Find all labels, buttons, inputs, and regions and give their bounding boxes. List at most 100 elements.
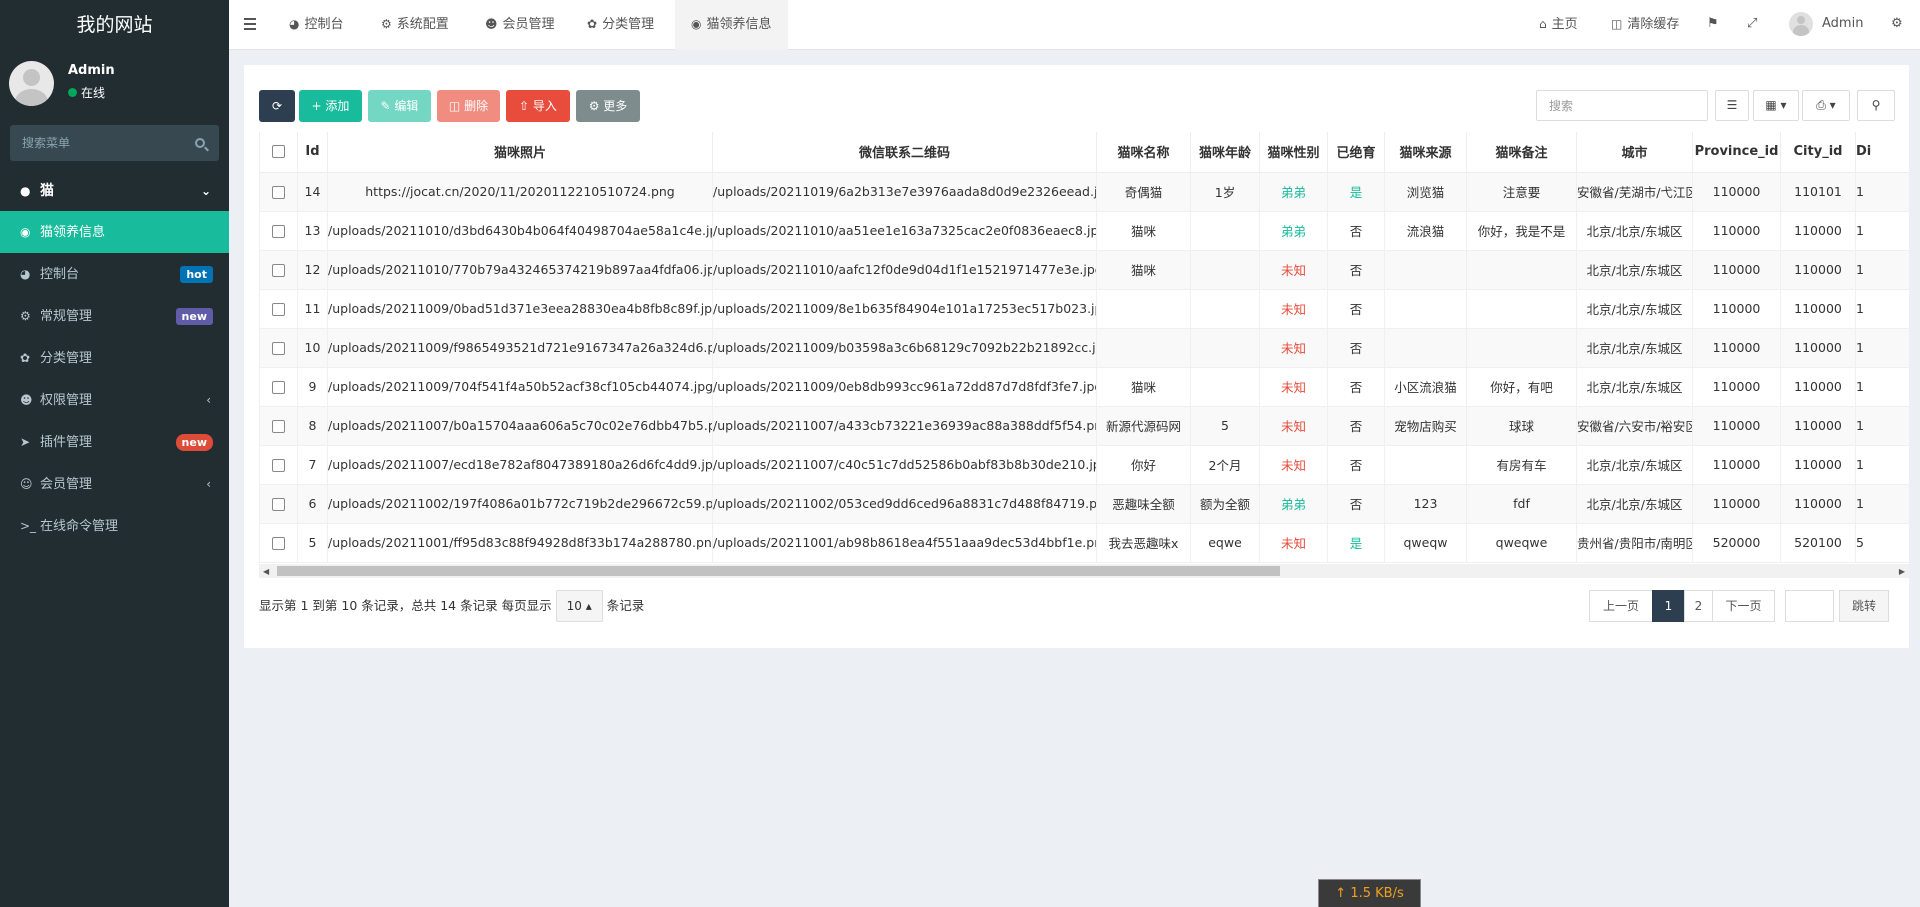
- table-row[interactable]: 9/uploads/20211009/704f541f4a50b52acf38c…: [259, 366, 1909, 407]
- col-header-city-id[interactable]: City_id: [1780, 132, 1856, 173]
- tab-dashboard[interactable]: ◕ 控制台: [289, 0, 344, 50]
- row-checkbox[interactable]: [272, 537, 285, 550]
- col-header-city[interactable]: 城市: [1576, 132, 1693, 173]
- row-checkbox[interactable]: [272, 303, 285, 316]
- table-row[interactable]: 12/uploads/20211010/770b79a432465374219b…: [259, 249, 1909, 290]
- col-header-id[interactable]: Id: [297, 132, 328, 173]
- table-search-input[interactable]: [1537, 91, 1707, 120]
- table-row[interactable]: 7/uploads/20211007/ecd18e782af8047389180…: [259, 444, 1909, 485]
- sidebar-item-dashboard[interactable]: ◕ 控制台 hot: [0, 253, 229, 295]
- table-cell: 否: [1327, 366, 1385, 407]
- home-link[interactable]: ⌂ 主页: [1539, 0, 1578, 50]
- table-cell: 110000: [1780, 366, 1856, 407]
- sidebar-item-addon[interactable]: ➤ 插件管理 new: [0, 421, 229, 463]
- user-icon: ☻: [485, 17, 498, 31]
- col-header-age[interactable]: 猫咪年龄: [1190, 132, 1260, 173]
- col-header-province-id[interactable]: Province_id: [1692, 132, 1781, 173]
- prev-page-button[interactable]: 上一页: [1589, 590, 1653, 622]
- next-page-button[interactable]: 下一页: [1712, 590, 1775, 622]
- sidebar-item-category[interactable]: ✿ 分类管理: [0, 337, 229, 379]
- row-checkbox[interactable]: [272, 420, 285, 433]
- sidebar-item-cat-adoption[interactable]: ◉ 猫领养信息: [0, 211, 229, 253]
- page-size-select[interactable]: 10 ▴: [555, 590, 603, 622]
- admin-menu[interactable]: Admin: [1789, 0, 1863, 50]
- table-cell: 额为全额: [1190, 483, 1260, 524]
- col-header-wechat-qr[interactable]: 微信联系二维码: [712, 132, 1097, 173]
- row-checkbox[interactable]: [272, 264, 285, 277]
- sidebar-search-input[interactable]: [10, 125, 219, 161]
- tab-cat-adoption[interactable]: ◉ 猫领养信息: [675, 0, 788, 50]
- advanced-search-button[interactable]: ⚲: [1857, 90, 1895, 121]
- table-row[interactable]: 10/uploads/20211009/f9865493521d721e9167…: [259, 327, 1909, 368]
- table-row[interactable]: 6/uploads/20211002/197f4086a01b772c719b2…: [259, 483, 1909, 524]
- tab-system-config[interactable]: ⚙ 系统配置: [381, 0, 449, 50]
- col-header-gender[interactable]: 猫咪性别: [1259, 132, 1328, 173]
- row-checkbox[interactable]: [272, 225, 285, 238]
- col-header-source[interactable]: 猫咪来源: [1384, 132, 1467, 173]
- search-icon[interactable]: [195, 138, 205, 148]
- table-cell: 未知: [1259, 366, 1328, 407]
- edit-button[interactable]: ✎ 编辑: [368, 90, 431, 122]
- scroll-left-icon[interactable]: ◀: [263, 567, 269, 576]
- home-icon: ⌂: [1539, 17, 1547, 31]
- col-header-name[interactable]: 猫咪名称: [1096, 132, 1191, 173]
- refresh-button[interactable]: ⟳: [259, 90, 295, 122]
- more-button[interactable]: ⚙ 更多: [576, 90, 640, 122]
- menu-toggle-icon[interactable]: [244, 18, 256, 33]
- table-row[interactable]: 11/uploads/20211009/0bad51d371e3eea28830…: [259, 288, 1909, 329]
- brand-title[interactable]: 我的网站: [0, 0, 229, 50]
- sidebar-group-cat[interactable]: ● 猫 ⌄: [0, 171, 229, 211]
- col-header-district[interactable]: Di: [1855, 132, 1909, 173]
- table-row[interactable]: 5/uploads/20211001/ff95d83c88f94928d8f33…: [259, 522, 1909, 563]
- caret-up-icon: ▴: [585, 599, 592, 613]
- columns-button[interactable]: ▦ ▾: [1753, 90, 1799, 121]
- delete-button[interactable]: ◫ 删除: [437, 90, 500, 122]
- sidebar-item-general[interactable]: ⚙ 常规管理 new: [0, 295, 229, 337]
- table-row[interactable]: 8/uploads/20211007/b0a15704aaa606a5c70c0…: [259, 405, 1909, 446]
- fullscreen-button[interactable]: ⤢: [1747, 0, 1757, 50]
- clear-cache-button[interactable]: ◫ 清除缓存: [1611, 0, 1679, 50]
- table-cell: 11: [297, 288, 328, 329]
- scroll-right-icon[interactable]: ▶: [1899, 567, 1905, 576]
- settings-button[interactable]: ⚙: [1891, 0, 1903, 50]
- tab-member[interactable]: ☻ 会员管理: [485, 0, 555, 50]
- page-2-button[interactable]: 2: [1684, 590, 1713, 622]
- table-cell: /uploads/20211009/b03598a3c6b68129c7092b…: [712, 327, 1097, 368]
- add-button[interactable]: + 添加: [299, 90, 362, 122]
- toggle-view-button[interactable]: ☰: [1715, 90, 1749, 121]
- fullscreen-icon: ⤢: [1747, 16, 1758, 31]
- table-row[interactable]: 14 https://jocat.cn/2020/11/2020112210510…: [259, 171, 1909, 212]
- row-checkbox[interactable]: [272, 186, 285, 199]
- import-button[interactable]: ⇧ 导入: [506, 90, 570, 122]
- sidebar-item-command[interactable]: >_ 在线命令管理: [0, 505, 229, 547]
- row-checkbox[interactable]: [272, 459, 285, 472]
- table-cell: 110000: [1692, 327, 1781, 368]
- table-cell: 弟弟: [1259, 210, 1328, 251]
- table-cell: 北京/北京/东城区: [1576, 327, 1693, 368]
- terminal-icon: >_: [20, 519, 37, 533]
- table-cell: 你好，有吧: [1466, 366, 1577, 407]
- col-header-remark[interactable]: 猫咪备注: [1466, 132, 1577, 173]
- row-checkbox[interactable]: [272, 498, 285, 511]
- language-button[interactable]: ⚑: [1707, 0, 1719, 50]
- sidebar-item-label: 在线命令管理: [40, 519, 119, 534]
- col-header-photo[interactable]: 猫咪照片: [327, 132, 713, 173]
- select-all-checkbox[interactable]: [272, 145, 285, 159]
- trash-icon: ◫: [448, 99, 465, 113]
- sidebar-item-member[interactable]: ☺ 会员管理 ‹: [0, 463, 229, 505]
- page-1-button[interactable]: 1: [1652, 590, 1685, 622]
- table-cell: 否: [1327, 210, 1385, 251]
- export-button[interactable]: ⎙ ▾: [1802, 90, 1850, 121]
- row-checkbox[interactable]: [272, 381, 285, 394]
- jump-page-field[interactable]: [1785, 590, 1834, 622]
- table-cell: 北京/北京/东城区: [1576, 249, 1693, 290]
- horizontal-scrollbar[interactable]: ◀ ▶: [259, 564, 1909, 578]
- col-header-neutered[interactable]: 已绝育: [1327, 132, 1385, 173]
- scrollbar-thumb[interactable]: [277, 566, 1280, 576]
- table-row[interactable]: 13/uploads/20211010/d3bd6430b4b064f40498…: [259, 210, 1909, 251]
- content-panel: ⟳ + 添加 ✎ 编辑 ◫ 删除 ⇧ 导入 ⚙ 更多 ☰ ▦ ▾ ⎙ ▾ ⚲ I…: [244, 65, 1909, 648]
- sidebar-item-auth[interactable]: ☻ 权限管理 ‹: [0, 379, 229, 421]
- tab-category[interactable]: ✿ 分类管理: [587, 0, 654, 50]
- jump-button[interactable]: 跳转: [1839, 590, 1889, 622]
- row-checkbox[interactable]: [272, 342, 285, 355]
